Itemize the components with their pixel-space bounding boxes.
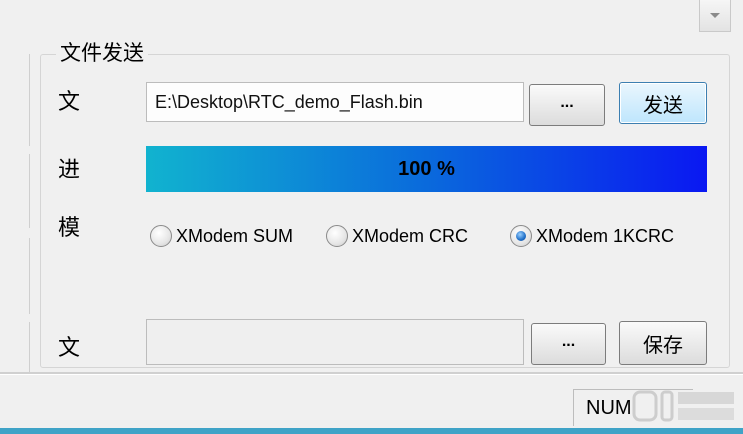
save-file-label: 文 <box>58 336 81 361</box>
file-label: 文 <box>58 90 81 115</box>
window-bottom-accent <box>0 428 743 434</box>
dropdown-button[interactable] <box>699 0 731 32</box>
radio-xmodem-sum[interactable]: XModem SUM <box>150 222 324 250</box>
radio-button-icon <box>150 225 172 247</box>
file-path-input[interactable]: E:\Desktop\RTC_demo_Flash.bin <box>146 82 524 122</box>
send-button[interactable]: 发送 <box>619 82 707 124</box>
save-path-input[interactable] <box>146 319 524 365</box>
num-lock-indicator: NUM <box>586 397 632 419</box>
progress-bar: 100 % <box>146 146 707 192</box>
mode-label: 模 <box>58 216 81 241</box>
radio-button-icon <box>326 225 348 247</box>
radio-button-checked-icon <box>510 225 532 247</box>
browse-save-button[interactable]: ... <box>531 323 606 365</box>
left-panel-edge <box>0 54 34 372</box>
radio-xmodem-crc[interactable]: XModem CRC <box>326 222 504 250</box>
chevron-down-icon <box>710 12 720 18</box>
groupbox-title: 文件发送 <box>56 38 148 68</box>
radio-label: XModem 1KCRC <box>536 225 675 246</box>
top-strip <box>0 0 743 38</box>
radio-xmodem-1kcrc[interactable]: XModem 1KCRC <box>510 222 710 250</box>
save-button[interactable]: 保存 <box>619 321 707 365</box>
progress-text: 100 % <box>398 157 455 180</box>
radio-label: XModem CRC <box>352 225 469 246</box>
progress-label: 进 <box>58 158 81 183</box>
radio-label: XModem SUM <box>176 225 294 246</box>
browse-file-button[interactable]: ... <box>529 84 605 126</box>
